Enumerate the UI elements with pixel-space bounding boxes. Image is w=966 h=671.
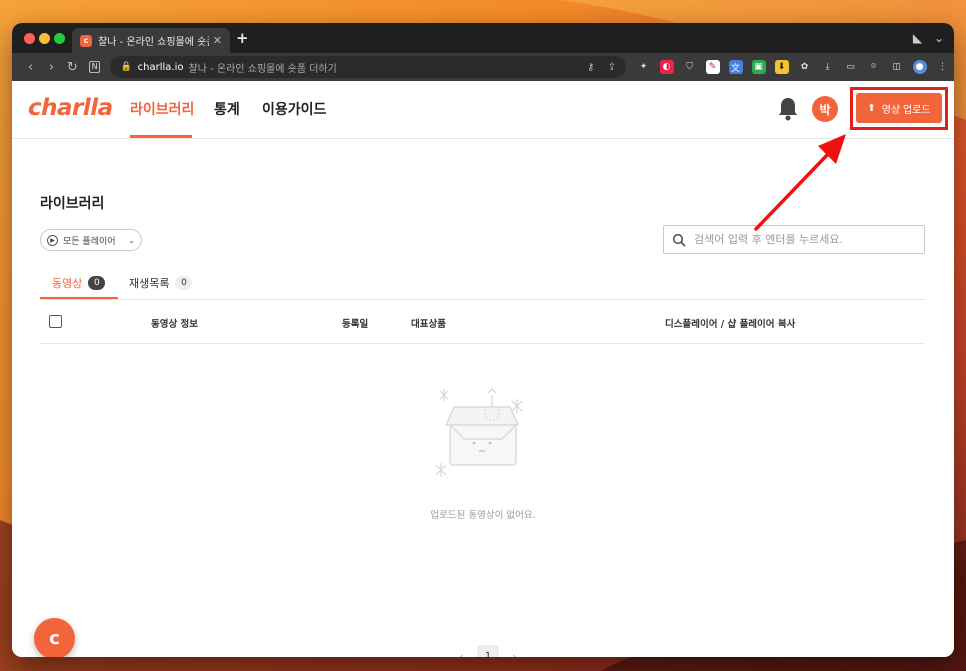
page-title: 라이브러리 [40,196,105,212]
prev-page-icon[interactable]: ‹ [452,650,471,658]
pen-icon[interactable]: ✎ [705,60,720,74]
bookmark-icon[interactable]: ✦ [637,60,651,74]
search-box[interactable] [663,225,925,254]
notion-extension-icon[interactable]: N [88,61,101,73]
sidebar-icon[interactable]: ◫ [890,60,904,74]
col-main-product: 대표상품 [411,319,446,330]
upload-icon: ⬆ [867,102,876,114]
page-number-current[interactable]: 1 [477,645,499,657]
col-player-copy: 디스플레이어 / 샵 플레이어 복사 [665,319,796,330]
play-icon: ▶ [47,234,58,246]
new-tab-button[interactable]: + [236,29,249,47]
search-icon [672,233,686,247]
profile-icon[interactable]: ● [912,60,927,74]
browser-tabbar: c 챨나 - 온라인 쇼핑몰에 숏폼 더하기 ✕ + ◣ ⌄ [12,23,954,53]
green-icon[interactable]: ▣ [751,60,766,74]
charlla-app: charlla 라이브러리 통계 이용가이드 박 ⬆ 영상 업로드 라이브러리 … [12,81,954,657]
share-icon[interactable]: ⇪ [608,62,616,73]
charlla-chat-button[interactable]: c [34,618,75,657]
tab-title: 챨나 - 온라인 쇼핑몰에 숏폼 더하기 [98,37,209,48]
tab-list-chevron-icon[interactable]: ⌄ [934,31,944,45]
close-window-button[interactable] [24,33,35,44]
empty-message: 업로드된 동영상이 없어요. [430,510,536,521]
video-icon[interactable]: ▭ [844,60,858,74]
browser-tab[interactable]: c 챨나 - 온라인 쇼핑몰에 숏폼 더하기 ✕ [72,28,230,53]
tab-playlists-label: 재생목록 [129,277,170,290]
maximize-window-button[interactable] [54,33,65,44]
screenshot-icon[interactable]: ⌾ [867,60,881,74]
tab-videos-count: 0 [88,276,106,290]
nav-guide[interactable]: 이용가이드 [262,99,326,119]
bell-icon[interactable] [777,96,799,122]
download-ext-icon[interactable]: ⬇ [774,60,789,74]
forward-icon[interactable]: › [41,60,62,75]
nav-statistics[interactable]: 통계 [214,99,240,119]
pagination: ‹ 1 › [452,645,524,657]
url-bar[interactable]: 🔒 charlla.io 챨나 - 온라인 쇼핑몰에 숏폼 더하기 ⚷ ⇪ [110,56,627,78]
url-page-title: 챨나 - 온라인 쇼핑몰에 숏폼 더하기 [188,63,337,75]
close-tab-icon[interactable]: ✕ [213,34,222,47]
select-all-checkbox[interactable] [49,315,62,328]
download-icon[interactable]: ⤓ [821,60,835,74]
col-video-info: 동영상 정보 [151,319,199,330]
empty-box-icon [435,388,523,477]
charlla-logo[interactable]: charlla [28,95,113,121]
charlla-favicon-icon: c [80,34,92,47]
reload-icon[interactable]: ↻ [62,60,83,75]
filter-label: 모든 플레이어 [63,236,116,247]
upload-button-label: 영상 업로드 [881,104,931,116]
tabbar-controls: ◣ ⌄ [905,31,944,45]
browser-window: c 챨나 - 온라인 쇼핑몰에 숏폼 더하기 ✕ + ◣ ⌄ ‹ › ↻ N 🔒… [12,23,954,657]
translate-icon[interactable]: 文 [728,60,743,74]
minimize-window-button[interactable] [39,33,50,44]
search-input[interactable] [694,233,916,246]
table-header: 동영상 정보 등록일 대표상품 디스플레이어 / 샵 플레이어 복사 [40,300,925,344]
upload-video-button[interactable]: ⬆ 영상 업로드 [856,93,942,123]
extensions-bar: ✦ ◐ ⛉ ✎ 文 ▣ ⬇ ✿ ⤓ ▭ ⌾ ◫ ● ⋮ [632,60,954,74]
tab-playlists-count: 0 [175,276,193,290]
col-registered-date: 등록일 [342,319,369,330]
back-icon[interactable]: ‹ [20,60,41,75]
address-bar-row: ‹ › ↻ N 🔒 charlla.io 챨나 - 온라인 쇼핑몰에 숏폼 더하… [12,53,954,81]
user-avatar[interactable]: 박 [812,96,838,122]
tab-videos-label: 동영상 [52,277,83,290]
menu-icon[interactable]: ⋮ [936,60,950,74]
key-icon[interactable]: ⚷ [587,62,594,73]
top-navigation: charlla 라이브러리 통계 이용가이드 박 ⬆ 영상 업로드 [12,81,954,139]
profile-shape-icon[interactable]: ◣ [913,31,922,45]
chevron-down-icon: ⌄ [128,235,135,245]
next-page-icon[interactable]: › [505,650,524,658]
puzzle-icon[interactable]: ✿ [798,60,812,74]
tab-playlists[interactable]: 재생목록 0 [129,275,193,291]
nav-library[interactable]: 라이브러리 [130,99,194,119]
nav-active-underline [130,135,192,138]
lock-icon: 🔒 [120,62,132,72]
shield-icon[interactable]: ⛉ [683,60,697,74]
extension-red-icon[interactable]: ◐ [659,60,674,74]
url-domain: charlla.io [137,61,184,73]
player-filter-dropdown[interactable]: ▶ 모든 플레이어 ⌄ [40,229,142,251]
tab-videos[interactable]: 동영상 0 [52,275,106,291]
